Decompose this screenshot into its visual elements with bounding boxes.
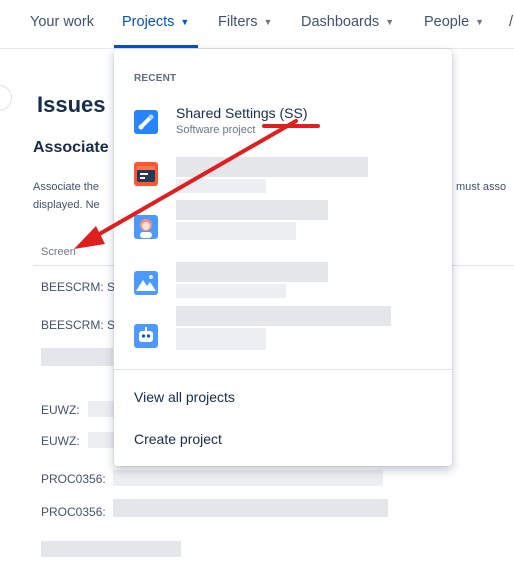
redacted-project-name <box>176 262 328 282</box>
redacted-cell <box>113 499 388 517</box>
person-avatar-icon <box>134 215 158 239</box>
redacted-project-type <box>176 328 266 350</box>
section-title: Associate <box>33 139 109 156</box>
nav-filters-label: Filters <box>218 14 258 30</box>
page-title: Issues <box>37 92 106 117</box>
redacted-cell <box>88 432 114 448</box>
redacted-project-name <box>176 200 328 220</box>
table-row[interactable]: BEESCRM: S <box>41 318 115 332</box>
redacted-cell <box>88 401 114 417</box>
table-row[interactable]: PROC0356: <box>41 472 106 486</box>
redacted-project-type <box>176 284 286 298</box>
chevron-down-icon: ▼ <box>385 17 395 27</box>
nav-people-label: People <box>424 14 470 30</box>
nav-dashboards-label: Dashboards <box>301 14 380 30</box>
redacted-project-name <box>176 306 391 326</box>
menu-divider <box>114 369 452 370</box>
table-row[interactable]: EUWZ: <box>41 403 80 417</box>
nav-filters[interactable]: Filters ▼ <box>218 14 272 30</box>
redacted-cell <box>41 348 113 366</box>
create-project-link[interactable]: Create project <box>134 431 222 447</box>
description-line-2: displayed. Ne <box>33 199 100 211</box>
view-all-projects-link[interactable]: View all projects <box>134 389 235 405</box>
nav-people[interactable]: People ▼ <box>424 14 484 30</box>
redacted-project-type <box>176 179 266 193</box>
sidebar-collapse-button[interactable] <box>0 85 12 111</box>
nav-apps-label: / <box>509 14 514 30</box>
active-tab-indicator <box>114 45 198 48</box>
chevron-down-icon: ▼ <box>180 17 190 27</box>
wrench-tools-icon <box>134 110 158 134</box>
project-type: Software project <box>176 124 256 136</box>
table-row[interactable]: PROC0356: <box>41 505 106 519</box>
robot-icon <box>134 324 158 348</box>
redacted-cell <box>113 470 383 486</box>
redacted-project-type <box>176 222 296 240</box>
nav-projects-label: Projects <box>122 14 175 30</box>
top-navigation: Your work Projects ▼ Filters ▼ Dashboard… <box>0 0 514 49</box>
description-continuation: must asso <box>456 181 507 193</box>
table-row[interactable]: BEESCRM: S <box>41 280 115 294</box>
nav-projects[interactable]: Projects ▼ <box>122 14 189 30</box>
redacted-project-name <box>176 157 368 177</box>
mountains-icon <box>134 271 158 295</box>
nav-your-work[interactable]: Your work <box>30 14 94 30</box>
chevron-down-icon: ▼ <box>475 17 485 27</box>
project-name: Shared Settings (SS) <box>176 105 308 121</box>
description-line-1: Associate the <box>33 181 100 193</box>
annotation-underline <box>262 124 320 128</box>
column-header-screen: Screen <box>41 246 76 258</box>
dev-terminal-icon <box>134 162 158 186</box>
nav-apps[interactable]: / <box>509 14 513 30</box>
nav-your-work-label: Your work <box>30 14 94 30</box>
table-row[interactable]: EUWZ: <box>41 434 80 448</box>
chevron-down-icon: ▼ <box>263 17 273 27</box>
projects-dropdown-menu: RECENT Shared Settings (SS) Software pro… <box>114 49 452 466</box>
nav-dashboards[interactable]: Dashboards ▼ <box>301 14 394 30</box>
annotation-arrow-head <box>74 226 105 249</box>
redacted-cell <box>41 541 181 557</box>
recent-heading: RECENT <box>134 73 177 84</box>
